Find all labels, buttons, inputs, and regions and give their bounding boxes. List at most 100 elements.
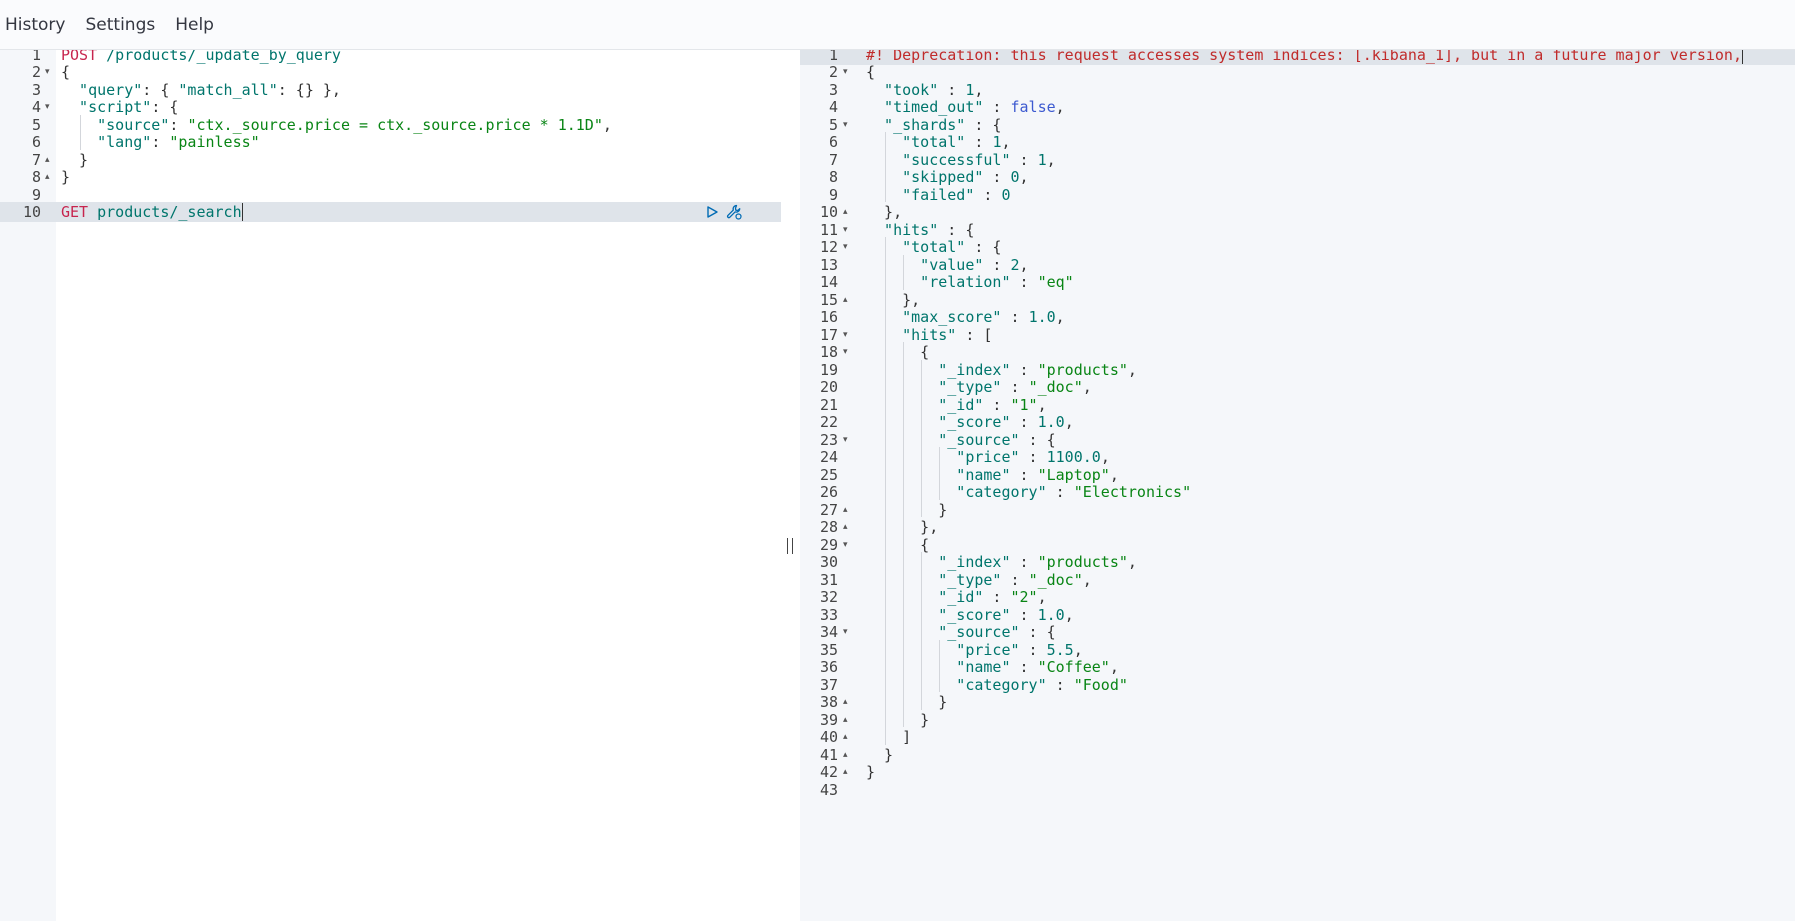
token-punc: ,: [1019, 255, 1029, 274]
token-punc: ,: [1082, 570, 1092, 589]
token-key: "category": [866, 675, 1047, 694]
line-number: 10: [22, 203, 41, 221]
indent-guide: [921, 552, 923, 710]
token-str: "_doc": [1028, 378, 1083, 396]
response-code-area: 1 #! Deprecation: this request accesses s…: [800, 50, 1795, 921]
token-punc: :: [169, 115, 188, 134]
token-punc: : [: [956, 325, 993, 344]
token-punc: :: [1019, 640, 1047, 659]
token-punc: ,: [1082, 378, 1092, 396]
token-punc: ,: [1127, 553, 1137, 571]
token-punc: ,: [1100, 448, 1110, 466]
token-punc: : {: [151, 98, 179, 116]
token-key: "source": [61, 115, 170, 134]
request-code-area[interactable]: 1 POST /products/_update_by_query 2 ▾{3 "qu…: [0, 50, 781, 921]
request-editor[interactable]: 1 POST /products/_update_by_query 2 ▾{3 "qu…: [0, 50, 781, 921]
indent-guide: [80, 114, 81, 150]
token-key: "lang": [61, 133, 152, 151]
token-str: "products": [1037, 360, 1128, 379]
token-punc: :: [1010, 413, 1038, 431]
request-line[interactable]: 10 GET products/_search: [0, 202, 781, 222]
token-num: 1.0: [1028, 308, 1056, 326]
token-punc: ,: [1019, 168, 1029, 186]
token-punc: ,: [1127, 360, 1137, 379]
token-key: "value": [866, 255, 984, 274]
indent-guide: [903, 342, 905, 727]
token-url: products/_search: [88, 203, 242, 221]
token-punc: ,: [1064, 605, 1074, 624]
token-method: GET: [61, 203, 89, 221]
token-key: "match_all": [178, 80, 278, 99]
line-text: GET products/_search: [61, 202, 243, 222]
token-key: "category": [866, 483, 1047, 501]
menu-help[interactable]: Help: [175, 11, 214, 39]
token-punc: :: [1010, 553, 1038, 571]
token-str: "products": [1037, 553, 1128, 571]
token-punc: }: [866, 763, 876, 781]
token-punc: ,: [1037, 588, 1047, 606]
indent-guide: [921, 359, 923, 517]
token-str: "Laptop": [1037, 465, 1110, 484]
token-punc: ,: [1055, 98, 1065, 116]
top-menu-bar: History Settings Help: [0, 0, 1795, 50]
token-punc: :: [938, 80, 966, 99]
token-punc: :: [1010, 658, 1038, 676]
token-key: "_index": [866, 553, 1011, 571]
menu-settings[interactable]: Settings: [85, 11, 155, 39]
token-punc: :: [1001, 570, 1029, 589]
pane-resizer[interactable]: [781, 50, 800, 921]
wrench-icon[interactable]: [723, 202, 745, 222]
token-punc: }: [866, 745, 894, 764]
token-num: 1.0: [1037, 605, 1065, 624]
token-punc: {: [866, 63, 876, 81]
token-key: "script": [61, 98, 152, 116]
token-key: "_score": [866, 413, 1011, 431]
double-bar-icon[interactable]: [787, 538, 793, 554]
token-punc: : {: [965, 115, 1002, 134]
token-key: "_id": [866, 395, 984, 414]
token-punc: :: [1010, 360, 1038, 379]
indent-guide: [885, 237, 887, 745]
token-key: "hits": [866, 220, 939, 239]
token-punc: :: [1010, 273, 1038, 291]
token-key: "max_score": [866, 308, 1002, 326]
token-str: "ctx._source.price = ctx._source.price *…: [187, 115, 603, 134]
token-punc: : {: [1019, 430, 1056, 449]
token-key: "query": [61, 80, 143, 99]
token-key: "hits": [866, 325, 957, 344]
token-punc: : {: [1019, 623, 1056, 641]
token-punc: ,: [1046, 150, 1056, 169]
token-str: "eq": [1037, 273, 1074, 291]
token-punc: :: [1046, 675, 1074, 694]
indent-guide: [939, 447, 941, 500]
token-punc: : {: [938, 220, 975, 239]
token-punc: }: [866, 693, 948, 711]
request-actions: [701, 202, 745, 222]
token-key: "skipped": [866, 168, 984, 186]
token-num: 0: [1010, 168, 1020, 186]
token-key: "successful": [866, 150, 1011, 169]
text-cursor: [241, 203, 243, 221]
token-punc: }: [61, 168, 71, 186]
token-key: "price": [866, 640, 1020, 659]
token-key: "_index": [866, 360, 1011, 379]
token-punc: :: [983, 168, 1011, 186]
token-punc: ]: [866, 728, 912, 746]
token-str: "Food": [1073, 675, 1128, 694]
token-str: "Coffee": [1037, 658, 1110, 676]
menu-history[interactable]: History: [5, 11, 65, 39]
token-str: "_doc": [1028, 570, 1083, 589]
token-punc: ,: [974, 80, 984, 99]
token-punc: :: [983, 588, 1011, 606]
token-punc: :: [1001, 308, 1029, 326]
token-key: "total": [866, 133, 966, 151]
token-bool: false: [1010, 98, 1056, 116]
token-key: "_shards": [866, 115, 966, 134]
token-punc: :: [983, 255, 1011, 274]
token-key: "name": [866, 465, 1011, 484]
token-punc: }: [61, 150, 89, 169]
indent-guide: [939, 639, 941, 692]
token-key: "_type": [866, 378, 1002, 396]
play-icon[interactable]: [701, 202, 723, 222]
token-num: 1: [1037, 150, 1047, 169]
